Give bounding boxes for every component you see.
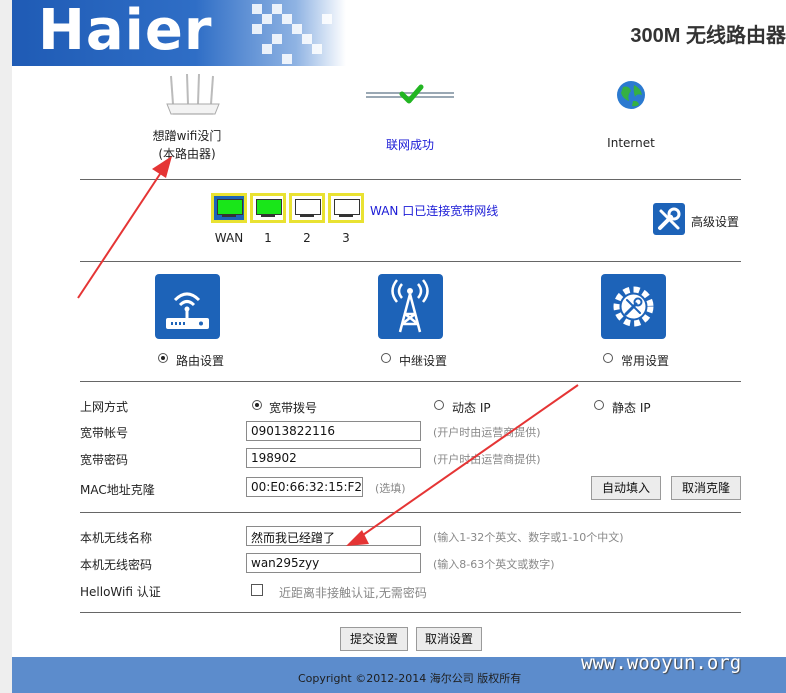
autofill-button[interactable]: 自动填入 xyxy=(591,476,661,500)
advanced-settings-icon[interactable] xyxy=(653,203,685,235)
account-label: 宽带帐号 xyxy=(80,426,129,440)
router-label-line2: (本路由器) xyxy=(158,147,216,161)
haier-logo: Haier xyxy=(38,0,213,63)
advanced-settings-link[interactable]: 高级设置 xyxy=(691,213,739,230)
ssid-input[interactable]: 然而我已经蹭了 xyxy=(246,526,421,546)
internet-label: Internet xyxy=(607,136,655,150)
router-settings-icon[interactable] xyxy=(155,274,220,339)
hellowifi-checkbox[interactable] xyxy=(251,584,263,596)
submit-button[interactable]: 提交设置 xyxy=(340,627,408,651)
watermark: www.wooyun.org xyxy=(581,652,742,674)
router-label-line1: 想蹭wifi没门 xyxy=(152,129,222,143)
page-left-gutter xyxy=(0,0,12,693)
mac-input[interactable]: 00:E0:66:32:15:F2 xyxy=(246,477,363,497)
wifi-password-label: 本机无线密码 xyxy=(80,558,153,572)
password-input[interactable]: 198902 xyxy=(246,448,421,468)
wan-type-radio-static[interactable] xyxy=(594,400,604,410)
port-3-icon xyxy=(328,193,364,223)
divider xyxy=(80,261,741,262)
wan-type-radio-pppoe[interactable] xyxy=(252,400,262,410)
password-hint: (开户时由运营商提供) xyxy=(433,453,541,466)
wan-type-option-pppoe[interactable]: 宽带拨号 xyxy=(269,399,317,416)
port-label: WAN xyxy=(214,231,244,245)
wifi-password-hint: (输入8-63个英文或数字) xyxy=(433,558,555,571)
mac-clone-label: MAC地址克隆 xyxy=(80,483,155,497)
ssid-hint: (输入1-32个英文、数字或1-10个中文) xyxy=(433,531,624,544)
port-status-text: WAN 口已连接宽带网线 xyxy=(370,204,499,218)
wan-type-radio-dhcp[interactable] xyxy=(434,400,444,410)
connected-check-icon xyxy=(366,84,454,104)
wan-type-option-dhcp[interactable]: 动态 IP xyxy=(452,399,491,416)
cancel-button[interactable]: 取消设置 xyxy=(416,627,482,651)
mode-label-common[interactable]: 常用设置 xyxy=(621,352,669,369)
divider xyxy=(80,612,741,613)
account-hint: (开户时由运营商提供) xyxy=(433,426,541,439)
wifi-password-input[interactable]: wan295zyy xyxy=(246,553,421,573)
divider xyxy=(80,512,741,513)
repeater-settings-icon[interactable] xyxy=(378,274,443,339)
connection-status: 联网成功 xyxy=(385,138,434,152)
product-title: 300M 无线路由器 xyxy=(630,25,786,47)
divider xyxy=(80,179,741,180)
account-input[interactable]: 09013822116 xyxy=(246,421,421,441)
port-label: 2 xyxy=(303,231,311,245)
port-wan-icon xyxy=(211,193,247,223)
router-icon xyxy=(166,74,220,115)
port-2-icon xyxy=(289,193,325,223)
hellowifi-text: 近距离非接触认证,无需密码 xyxy=(279,586,427,600)
mode-label-repeater[interactable]: 中继设置 xyxy=(399,352,447,369)
mode-radio-common[interactable] xyxy=(603,353,613,363)
port-label: 3 xyxy=(342,231,350,245)
copyright-text: Copyright ©2012-2014 海尔公司 版权所有 xyxy=(298,672,522,685)
globe-icon xyxy=(617,81,645,109)
port-label: 1 xyxy=(264,231,272,245)
header-bar: Haier 300M 无线路由器 xyxy=(12,0,786,66)
mode-label-router[interactable]: 路由设置 xyxy=(176,352,224,369)
hellowifi-label: HelloWifi 认证 xyxy=(80,585,161,599)
ssid-label: 本机无线名称 xyxy=(80,531,153,545)
mode-radio-router[interactable] xyxy=(158,353,168,363)
divider xyxy=(80,381,741,382)
mac-hint: (选填) xyxy=(375,482,406,495)
common-settings-icon[interactable] xyxy=(601,274,666,339)
mode-radio-repeater[interactable] xyxy=(381,353,391,363)
wan-type-option-static[interactable]: 静态 IP xyxy=(612,399,651,416)
wan-type-label: 上网方式 xyxy=(80,400,129,414)
password-label: 宽带密码 xyxy=(80,453,129,467)
port-1-icon xyxy=(250,193,286,223)
cancel-clone-button[interactable]: 取消克隆 xyxy=(671,476,741,500)
